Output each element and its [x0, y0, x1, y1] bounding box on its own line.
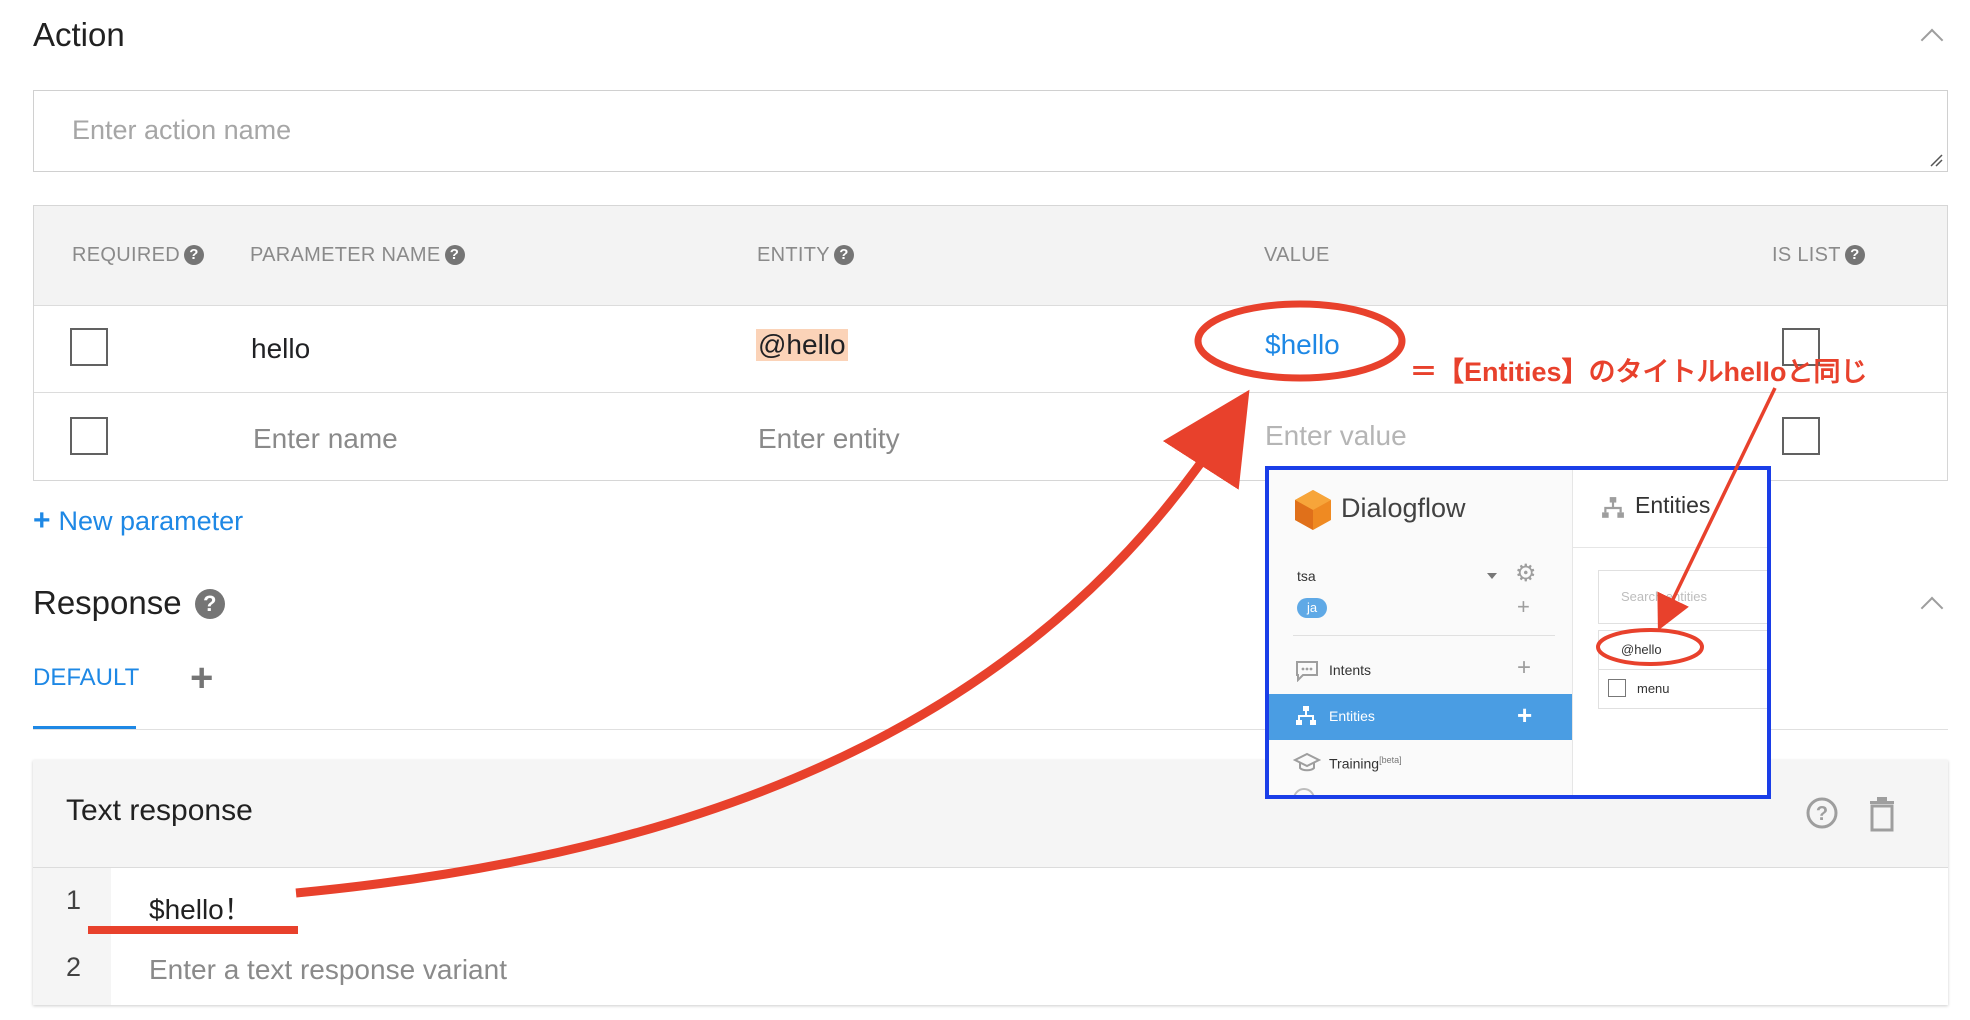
thin-arrow — [1657, 387, 1777, 631]
curved-arrow — [295, 389, 1250, 898]
highlight-ellipse — [1194, 300, 1406, 382]
annotation-overlay — [88, 300, 1777, 934]
highlight-ellipse — [1596, 628, 1704, 666]
